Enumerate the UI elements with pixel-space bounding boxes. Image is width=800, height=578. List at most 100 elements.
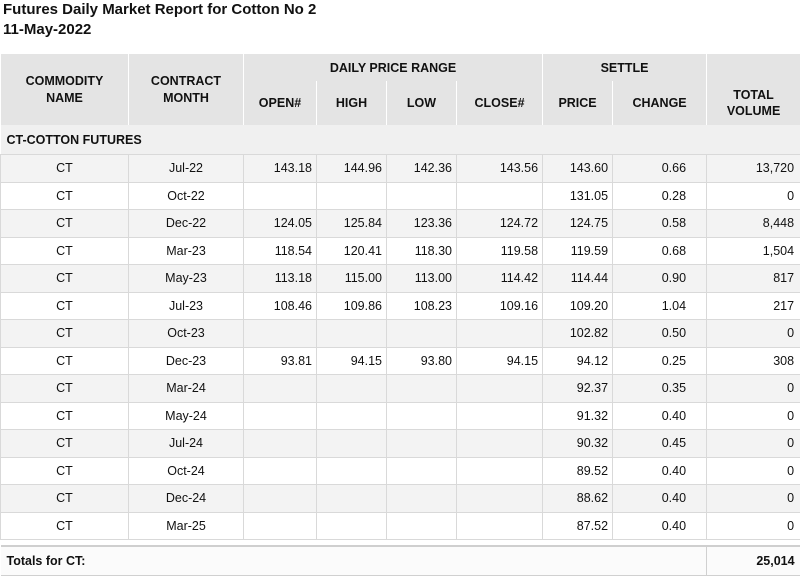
cell-high [316, 181, 387, 210]
cell-open: 93.81 [243, 346, 317, 375]
cell-total-volume: 8,448 [706, 209, 800, 238]
cell-close [455, 401, 544, 430]
cell-contract-month: Mar-24 [128, 374, 244, 403]
cell-open: 108.46 [243, 291, 317, 320]
cell-high [316, 319, 387, 348]
cell-close [455, 484, 544, 513]
table-row: CT Oct-23 102.82 0.50 0 [0, 319, 800, 348]
cell-close: 119.58 [455, 236, 544, 265]
cell-open [243, 374, 317, 403]
header-settle: SETTLE [542, 54, 708, 81]
cell-close: 124.72 [455, 209, 544, 238]
cell-change: 0.40 [612, 456, 708, 485]
cell-commodity: CT [0, 319, 129, 348]
cell-total-volume: 0 [706, 181, 800, 210]
cell-commodity: CT [0, 374, 129, 403]
cell-low [386, 429, 457, 458]
cell-total-volume: 0 [706, 401, 800, 430]
cell-low [386, 511, 457, 540]
cell-settle-price: 90.32 [542, 429, 614, 458]
totals-label: Totals for CT: [0, 545, 707, 576]
cell-commodity: CT [0, 209, 129, 238]
cell-open [243, 319, 317, 348]
cell-commodity: CT [0, 429, 129, 458]
cell-settle-price: 88.62 [542, 484, 614, 513]
cell-change: 0.40 [612, 401, 708, 430]
cell-settle-price: 89.52 [542, 456, 614, 485]
cell-high: 94.15 [316, 346, 387, 375]
table-row: CT Mar-24 92.37 0.35 0 [0, 374, 800, 403]
cell-total-volume: 13,720 [706, 154, 800, 183]
cell-settle-price: 143.60 [542, 154, 614, 183]
cell-high [316, 374, 387, 403]
cell-total-volume: 0 [706, 456, 800, 485]
cell-total-volume: 1,504 [706, 236, 800, 265]
cell-high: 120.41 [316, 236, 387, 265]
cell-settle-price: 114.44 [542, 264, 614, 293]
cell-close: 94.15 [455, 346, 544, 375]
cell-open: 118.54 [243, 236, 317, 265]
cell-commodity: CT [0, 154, 129, 183]
cell-settle-price: 119.59 [542, 236, 614, 265]
cell-close [455, 456, 544, 485]
cell-high [316, 401, 387, 430]
cell-contract-month: Dec-22 [128, 209, 244, 238]
cell-open [243, 511, 317, 540]
cell-change: 1.04 [612, 291, 708, 320]
cell-change: 0.50 [612, 319, 708, 348]
cell-open: 124.05 [243, 209, 317, 238]
header-close: CLOSE# [455, 81, 544, 125]
cell-low [386, 181, 457, 210]
table-row: CT Oct-22 131.05 0.28 0 [0, 181, 800, 210]
cell-total-volume: 308 [706, 346, 800, 375]
cell-change: 0.40 [612, 484, 708, 513]
cell-low: 113.00 [386, 264, 457, 293]
cell-open: 143.18 [243, 154, 317, 183]
table-row: CT Jul-24 90.32 0.45 0 [0, 429, 800, 458]
cell-open [243, 484, 317, 513]
cell-low [386, 484, 457, 513]
table-row: CT May-24 91.32 0.40 0 [0, 401, 800, 430]
header-commodity-name: COMMODITY NAME [0, 54, 129, 125]
table-row: CT Jul-23 108.46 109.86 108.23 109.16 109.20 1.… [0, 291, 800, 320]
cell-total-volume: 0 [706, 511, 800, 540]
cell-commodity: CT [0, 264, 129, 293]
cell-settle-price: 92.37 [542, 374, 614, 403]
report-title: Futures Daily Market Report for Cotton N… [3, 1, 317, 18]
report-date: 11-May-2022 [3, 21, 92, 38]
cell-close: 109.16 [455, 291, 544, 320]
cell-high: 144.96 [316, 154, 387, 183]
section-label: CT-COTTON FUTURES [0, 125, 800, 155]
cell-close [455, 429, 544, 458]
cell-settle-price: 87.52 [542, 511, 614, 540]
cell-contract-month: Jul-24 [128, 429, 244, 458]
cell-contract-month: May-23 [128, 264, 244, 293]
cell-change: 0.45 [612, 429, 708, 458]
cell-commodity: CT [0, 346, 129, 375]
cell-total-volume: 0 [706, 319, 800, 348]
cell-change: 0.90 [612, 264, 708, 293]
header-open: OPEN# [243, 81, 317, 125]
cell-high [316, 456, 387, 485]
cell-low: 108.23 [386, 291, 457, 320]
cell-change: 0.25 [612, 346, 708, 375]
cell-low [386, 374, 457, 403]
header-high: HIGH [316, 81, 387, 125]
cell-low: 142.36 [386, 154, 457, 183]
table-row: CT Dec-22 124.05 125.84 123.36 124.72 124.75 0.… [0, 209, 800, 238]
totals-row: Totals for CT: 25,014 [0, 545, 800, 576]
cell-contract-month: Oct-24 [128, 456, 244, 485]
cell-commodity: CT [0, 484, 129, 513]
table-row: CT Jul-22 143.18 144.96 142.36 143.56 143.60 0.… [0, 154, 800, 183]
cell-high [316, 511, 387, 540]
cell-close [455, 511, 544, 540]
cell-change: 0.58 [612, 209, 708, 238]
cell-contract-month: Oct-23 [128, 319, 244, 348]
totals-volume: 25,014 [706, 545, 800, 576]
cell-change: 0.66 [612, 154, 708, 183]
table-row: CT Dec-23 93.81 94.15 93.80 94.15 94.12 0.25 308 [0, 346, 800, 375]
cell-close: 143.56 [455, 154, 544, 183]
cell-commodity: CT [0, 181, 129, 210]
cell-settle-price: 124.75 [542, 209, 614, 238]
cell-close: 114.42 [455, 264, 544, 293]
